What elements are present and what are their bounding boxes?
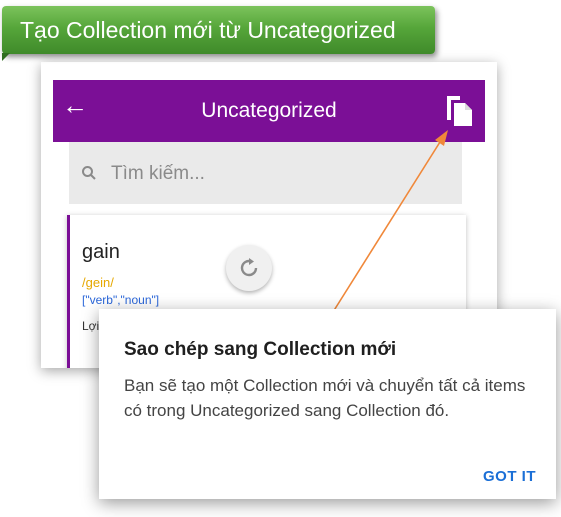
dialog-title: Sao chép sang Collection mới xyxy=(124,339,397,360)
copy-icon[interactable] xyxy=(441,92,477,130)
word-meaning-label: Lợi xyxy=(82,319,100,333)
tutorial-banner: Tạo Collection mới từ Uncategorized xyxy=(2,6,435,54)
got-it-button[interactable]: GOT IT xyxy=(483,468,536,485)
app-bar: ← Uncategorized xyxy=(53,80,485,142)
copy-collection-dialog: Sao chép sang Collection mới Bạn sẽ tạo … xyxy=(99,309,556,499)
word-types: ["verb","noun"] xyxy=(82,293,160,307)
search-icon xyxy=(81,165,97,181)
dialog-message: Bạn sẽ tạo một Collection mới và chuyển … xyxy=(124,376,526,420)
word-phonetic: /gein/ xyxy=(82,275,114,290)
search-input[interactable] xyxy=(109,158,443,190)
refresh-icon xyxy=(226,245,272,291)
search-bar[interactable] xyxy=(69,142,462,204)
word-text: gain xyxy=(82,241,120,263)
page-title: Uncategorized xyxy=(201,99,337,122)
